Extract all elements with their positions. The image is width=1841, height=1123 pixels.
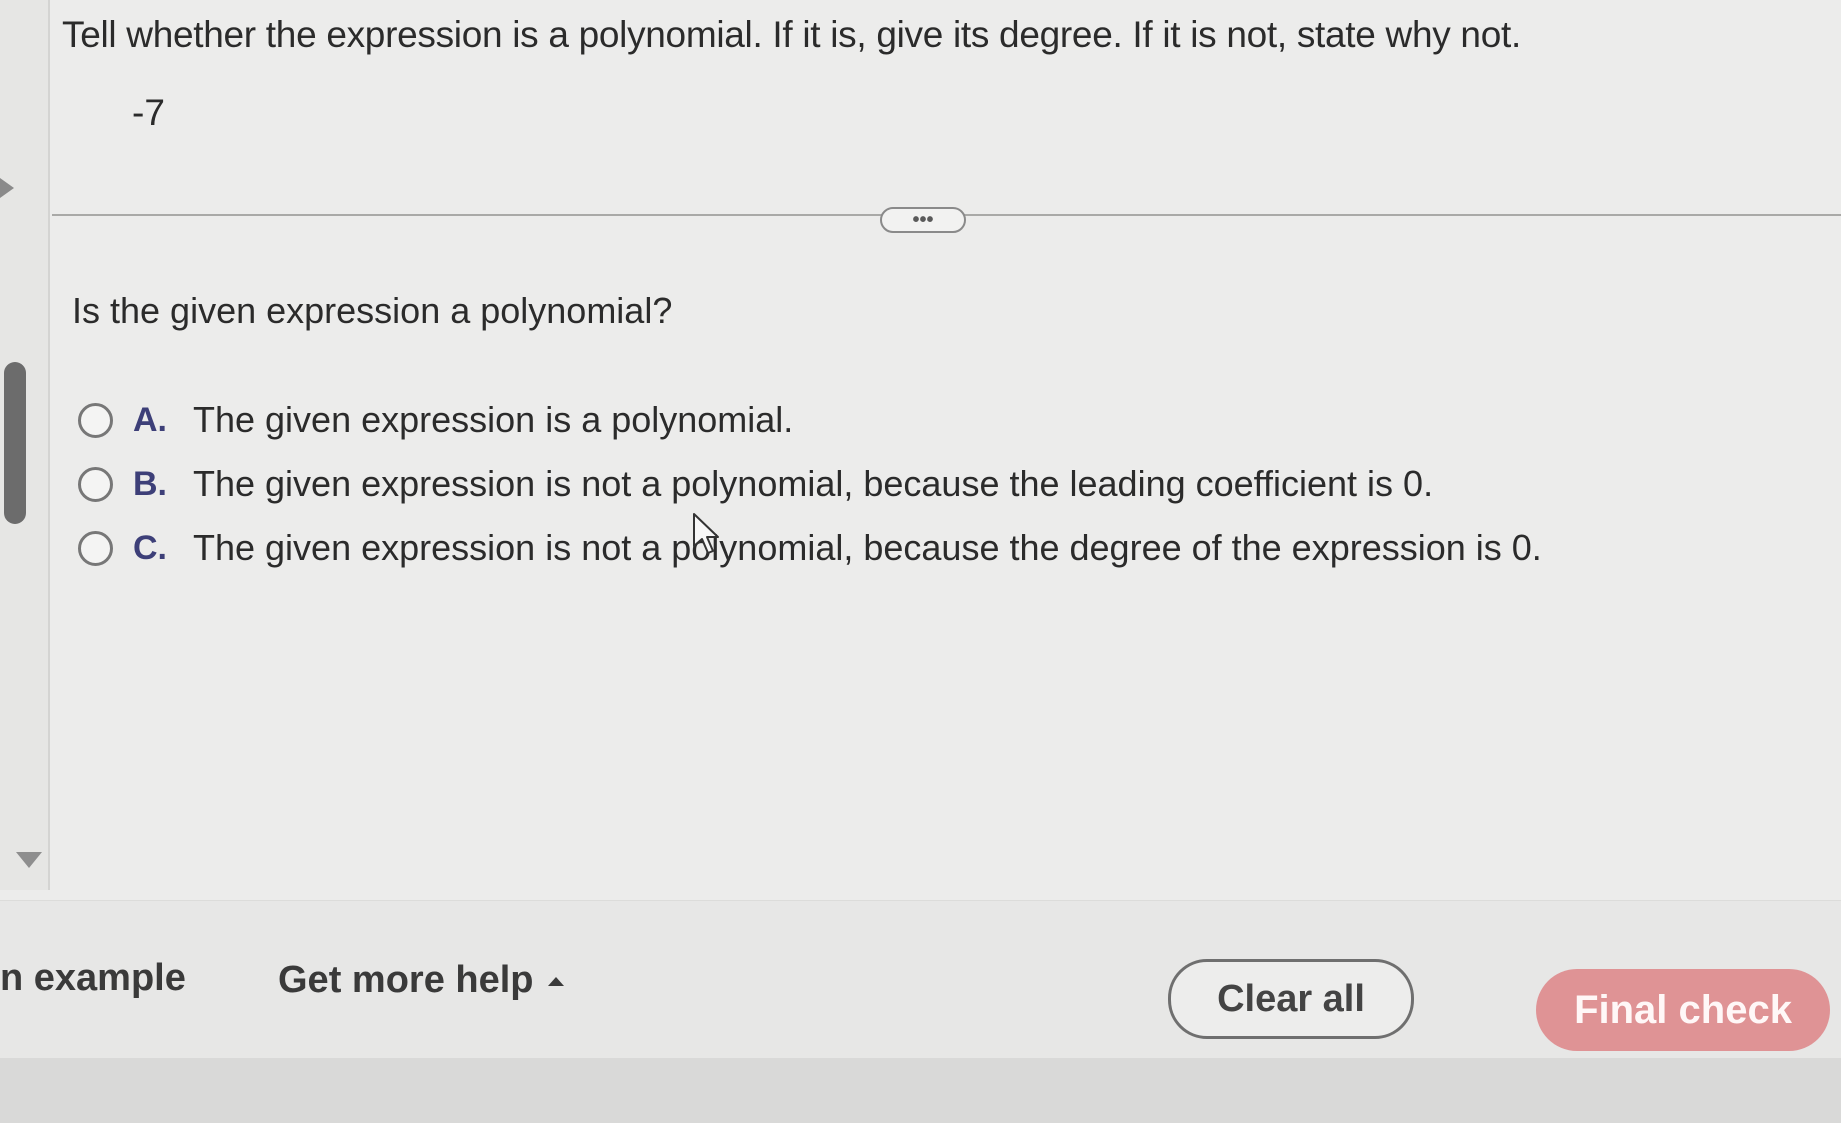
radio-button-a[interactable] [78,402,113,438]
caret-up-icon [547,977,564,987]
question-prompt: Is the given expression a polynomial? [72,290,673,331]
triangle-left-icon[interactable] [0,178,14,198]
more-options-button[interactable]: ••• [880,207,966,233]
footer-toolbar: n example Get more help Clear all Final … [0,900,1841,1059]
final-check-button[interactable]: Final check [1536,969,1830,1051]
get-more-help-label: Get more help [278,959,534,1001]
triangle-down-icon[interactable] [16,852,42,868]
question-instructions: Tell whether the expression is a polynom… [62,14,1521,55]
mouse-pointer-icon [693,513,719,554]
get-more-help-link[interactable]: Get more help [278,959,564,1002]
option-a-letter: A. [133,400,167,439]
option-b-letter: B. [133,464,167,503]
option-a[interactable]: A. The given expression is a polynomial. [78,388,1542,452]
answer-options: A. The given expression is a polynomial.… [78,388,1542,580]
clear-all-button[interactable]: Clear all [1168,959,1414,1039]
option-b-text[interactable]: The given expression is not a polynomial… [193,463,1433,505]
bottom-strip [0,1058,1841,1123]
option-b[interactable]: B. The given expression is not a polynom… [78,452,1542,516]
question-panel: Tell whether the expression is a polynom… [0,0,1841,900]
option-c[interactable]: C. The given expression is not a polynom… [78,516,1542,580]
option-c-text[interactable]: The given expression is not a polynomial… [193,527,1542,569]
radio-button-b[interactable] [78,466,113,502]
option-c-letter: C. [133,528,167,567]
given-expression: -7 [132,92,165,133]
radio-button-c[interactable] [78,530,113,566]
vertical-scrollbar-thumb[interactable] [4,362,26,524]
option-a-text[interactable]: The given expression is a polynomial. [193,399,793,441]
left-rail [0,0,50,890]
view-example-link[interactable]: n example [0,957,186,1000]
